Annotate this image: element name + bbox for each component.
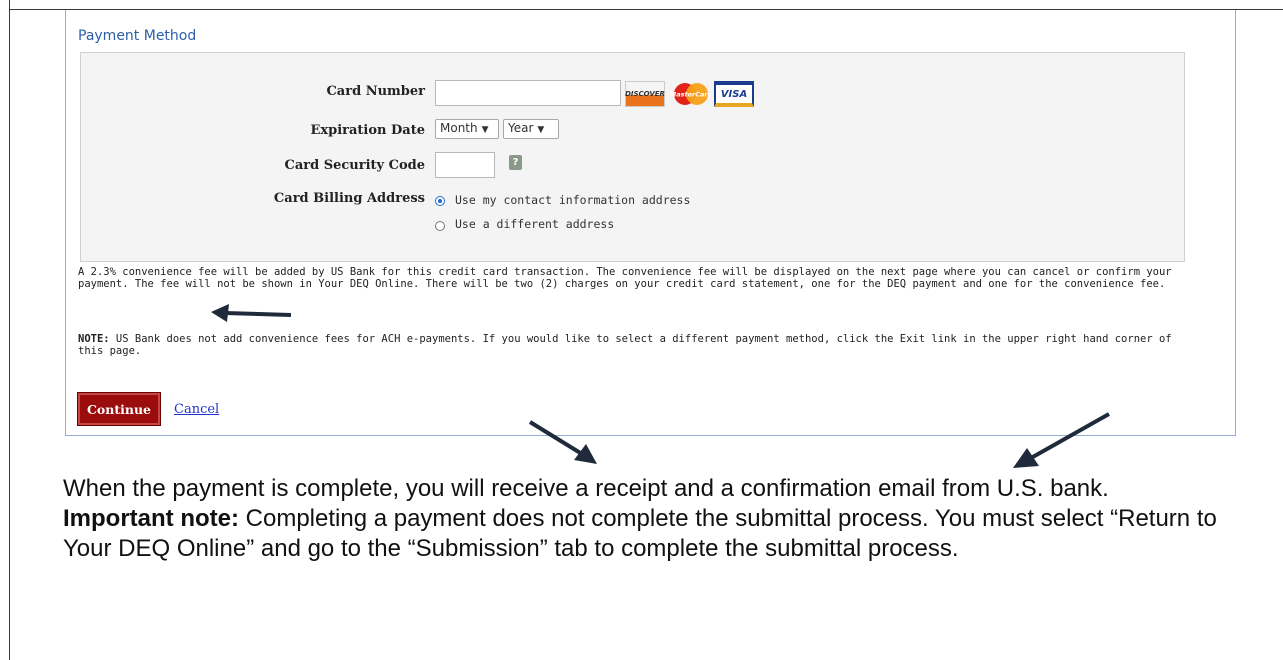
card-number-label: Card Number (326, 84, 425, 99)
expiration-month-select[interactable]: Month ▼ (435, 119, 499, 139)
instruction-paragraph: When the payment is complete, you will r… (63, 474, 1223, 564)
note-label: NOTE: (78, 333, 110, 345)
expiration-date-label: Expiration Date (310, 123, 425, 138)
mastercard-text: MasterCard (671, 91, 711, 99)
instruction-part-1: When the payment is complete, you will r… (63, 475, 1109, 502)
billing-contact-address-label[interactable]: Use my contact information address (455, 193, 690, 207)
continue-button[interactable]: Continue (77, 392, 161, 426)
security-code-input[interactable] (435, 152, 495, 178)
expiration-year-select[interactable]: Year ▼ (503, 119, 559, 139)
document-border-left (9, 0, 10, 660)
cancel-link[interactable]: Cancel (174, 402, 219, 417)
important-note-label: Important note: (63, 505, 239, 532)
arrow-left-icon (211, 304, 292, 322)
payment-panel: Payment Method Card Number DISCOVER Mast… (65, 10, 1236, 436)
card-form: Card Number DISCOVER MasterCard VISA Exp… (80, 52, 1185, 262)
billing-address-label: Card Billing Address (273, 191, 425, 206)
security-code-label: Card Security Code (284, 158, 425, 173)
card-number-input[interactable] (435, 80, 621, 106)
arrow-down-left-icon (1013, 412, 1110, 468)
discover-logo-icon: DISCOVER (625, 81, 665, 107)
section-title: Payment Method (78, 28, 197, 44)
visa-logo-icon: VISA (714, 81, 754, 107)
mastercard-logo-icon: MasterCard (671, 81, 711, 107)
chevron-down-icon: ▼ (481, 125, 489, 135)
security-code-help-icon[interactable]: ? (509, 155, 522, 170)
ach-note: NOTE: US Bank does not add convenience f… (78, 333, 1178, 357)
mastercard-circles: MasterCard (671, 83, 711, 105)
chevron-down-icon: ▼ (537, 125, 545, 135)
billing-different-address-label[interactable]: Use a different address (455, 217, 614, 231)
arrow-down-right-icon (528, 420, 597, 464)
billing-contact-address-radio[interactable] (435, 196, 445, 206)
convenience-fee-notice: A 2.3% convenience fee will be added by … (78, 266, 1172, 290)
note-body: US Bank does not add convenience fees fo… (78, 333, 1172, 357)
billing-different-address-radio[interactable] (435, 221, 445, 231)
